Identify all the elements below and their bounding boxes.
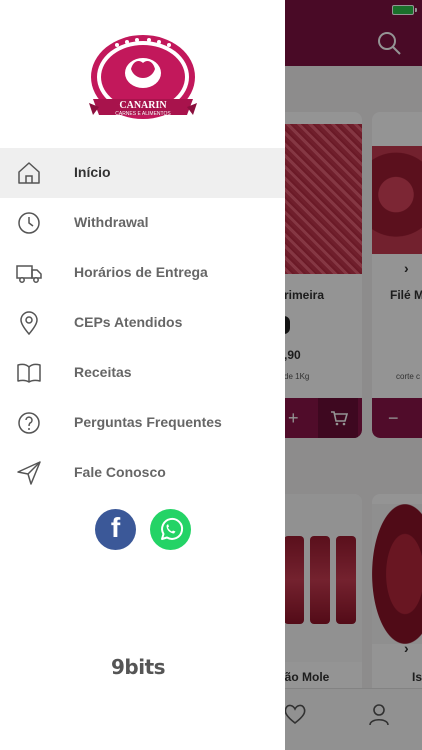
canarin-logo: CANARIN CARNES E ALIMENTOS: [89, 35, 197, 119]
menu-item-inicio[interactable]: Início: [0, 148, 285, 198]
menu-item-perguntas-frequentes[interactable]: Perguntas Frequentes: [0, 398, 285, 448]
menu-item-label: Withdrawal: [74, 214, 149, 230]
side-drawer: CANARIN CARNES E ALIMENTOS Início Withdr…: [0, 0, 285, 750]
location-pin-icon: [20, 311, 38, 336]
developer-brand-logo: 9bits: [111, 655, 166, 679]
menu-item-ceps-atendidos[interactable]: CEPs Atendidos: [0, 298, 285, 348]
menu-item-label: Fale Conosco: [74, 464, 166, 480]
menu-item-label: Receitas: [74, 364, 132, 380]
menu-item-label: CEPs Atendidos: [74, 314, 183, 330]
book-icon: [17, 363, 41, 383]
home-icon: [18, 162, 40, 184]
whatsapp-button[interactable]: [150, 509, 191, 550]
menu-item-label: Início: [74, 164, 111, 180]
facebook-icon: f: [110, 512, 121, 543]
menu-item-label: Perguntas Frequentes: [74, 414, 222, 430]
drawer-menu: Início Withdrawal Horários de Entrega CE…: [0, 148, 285, 498]
clock-icon: [18, 212, 40, 234]
menu-item-horarios-entrega[interactable]: Horários de Entrega: [0, 248, 285, 298]
truck-icon: [16, 265, 42, 283]
facebook-button[interactable]: f: [95, 509, 136, 550]
menu-item-fale-conosco[interactable]: Fale Conosco: [0, 448, 285, 498]
svg-text:CARNES E ALIMENTOS: CARNES E ALIMENTOS: [115, 111, 171, 117]
menu-item-label: Horários de Entrega: [74, 264, 208, 280]
svg-text:CANARIN: CANARIN: [119, 100, 167, 111]
menu-item-receitas[interactable]: Receitas: [0, 348, 285, 398]
whatsapp-icon: [161, 517, 184, 540]
question-circle-icon: [18, 412, 40, 434]
menu-item-withdrawal[interactable]: Withdrawal: [0, 198, 285, 248]
send-icon: [17, 461, 41, 485]
